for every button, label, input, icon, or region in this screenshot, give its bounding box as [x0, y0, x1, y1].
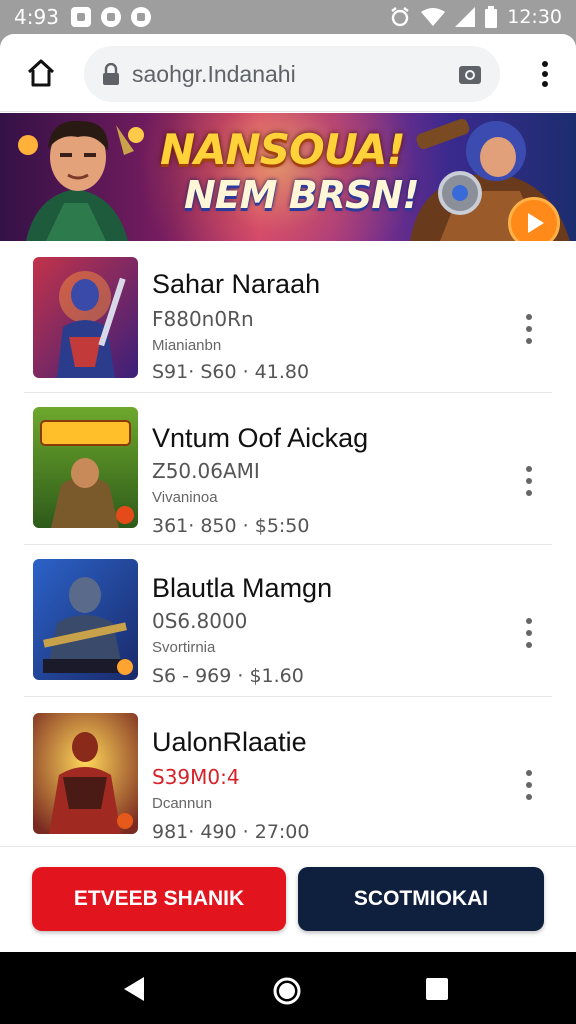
game-thumbnail[interactable]	[33, 257, 138, 378]
game-thumbnail[interactable]	[33, 713, 138, 834]
list-item[interactable]: Vntum Oof Aickag Z50.06AMI Vivaninoa 361…	[0, 393, 576, 545]
back-icon[interactable]	[122, 976, 146, 1002]
more-options-icon[interactable]	[524, 769, 534, 801]
overflow-menu-icon[interactable]	[540, 60, 550, 88]
status-clock: 12:30	[507, 6, 562, 28]
home-nav-icon[interactable]	[272, 976, 302, 1006]
promo-banner[interactable]: NANSOUA! NEM BRSN!	[0, 113, 576, 241]
more-options-icon[interactable]	[524, 313, 534, 345]
alarm-icon	[391, 7, 409, 27]
list-item[interactable]: UalonRlaatie S39M0:4 Dcannun 981· 490 · …	[0, 697, 576, 849]
game-title[interactable]: UalonRlaatie	[152, 727, 307, 758]
list-item[interactable]: Sahar Naraah F880n0Rn Mianianbn S91· S60…	[0, 241, 576, 393]
game-subtitle: S39M0:4	[152, 765, 240, 789]
game-meta: S6 - 969 · $1.60	[152, 665, 304, 687]
notification-icon	[70, 7, 91, 27]
banner-subtitle: NEM BRSN!	[184, 173, 420, 217]
notification-icon	[100, 7, 121, 27]
primary-action-button[interactable]: ETVEEB SHANIK	[32, 867, 286, 931]
play-icon	[528, 213, 544, 233]
battery-icon	[485, 6, 498, 28]
more-options-icon[interactable]	[524, 465, 534, 497]
game-tag: Svortirnia	[152, 639, 216, 656]
game-meta: S91· S60 · 41.80	[152, 361, 310, 383]
game-subtitle: 0S6.8000	[152, 609, 248, 633]
game-tag: Mianianbn	[152, 337, 222, 354]
game-title[interactable]: Blautla Mamgn	[152, 573, 332, 604]
game-subtitle: F880n0Rn	[152, 307, 254, 331]
game-thumbnail[interactable]	[33, 559, 138, 680]
game-tag: Vivaninoa	[152, 489, 218, 506]
wifi-icon	[421, 8, 446, 26]
list-item[interactable]: Blautla Mamgn 0S6.8000 Svortirnia S6 - 9…	[0, 545, 576, 697]
camera-icon[interactable]	[458, 63, 482, 85]
status-time: 4:93	[14, 5, 59, 29]
more-options-icon[interactable]	[524, 617, 534, 649]
browser-window: NANSOUA! NEM BRSN! Sahar Naraah F880n0Rn…	[0, 34, 576, 952]
signal-icon	[455, 7, 476, 27]
url-bar[interactable]	[84, 46, 500, 102]
secondary-action-button[interactable]: SCOTMIOKAI	[298, 867, 544, 931]
lock-icon	[103, 63, 119, 85]
banner-title: NANSOUA!	[160, 125, 406, 174]
home-icon[interactable]	[24, 56, 58, 90]
browser-toolbar	[0, 34, 576, 112]
game-thumbnail[interactable]	[33, 407, 138, 528]
game-meta: 361· 850 · $5:50	[152, 515, 310, 537]
status-bar: 4:93 12:30	[0, 0, 576, 34]
system-nav-bar	[0, 952, 576, 1024]
game-subtitle: Z50.06AMI	[152, 459, 260, 483]
url-input[interactable]	[132, 60, 458, 88]
recent-apps-icon[interactable]	[426, 978, 448, 1000]
game-title[interactable]: Sahar Naraah	[152, 269, 320, 300]
game-tag: Dcannun	[152, 795, 213, 812]
play-button[interactable]	[508, 197, 560, 241]
game-meta: 981· 490 · 27:00	[152, 821, 310, 843]
banner-hero-left	[18, 120, 144, 241]
bottom-action-bar: ETVEEB SHANIK SCOTMIOKAI	[0, 846, 576, 952]
notification-icon	[130, 7, 151, 27]
game-title[interactable]: Vntum Oof Aickag	[152, 423, 368, 454]
